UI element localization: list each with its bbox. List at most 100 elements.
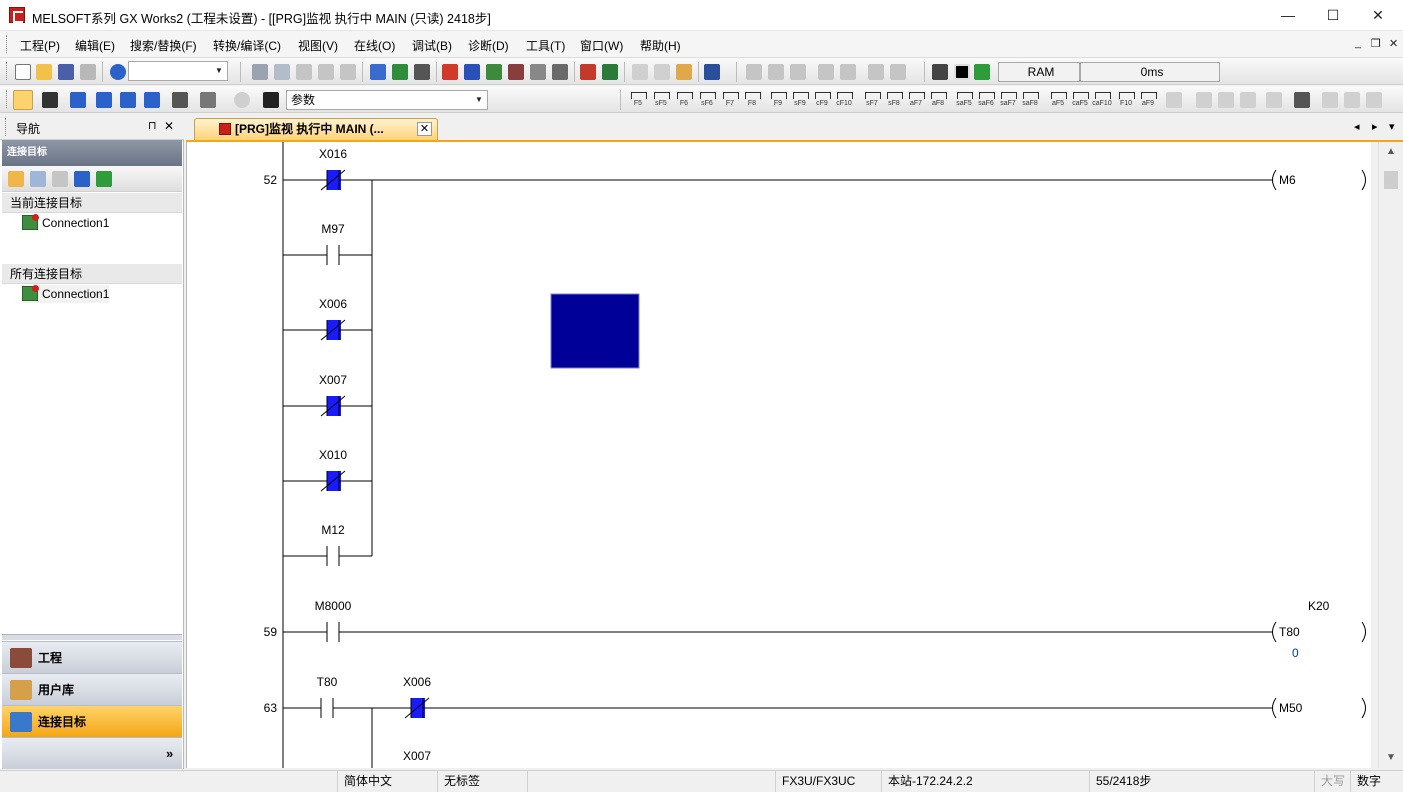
minimize-button[interactable]: —	[1265, 0, 1311, 31]
find-icon[interactable]	[464, 64, 480, 80]
menu-tools[interactable]: 工具(T)	[526, 37, 565, 54]
nav-connection-button[interactable]: 连接目标	[2, 705, 182, 737]
fkey-f7-icon[interactable]: F7	[720, 89, 740, 109]
note-icon[interactable]	[676, 64, 692, 80]
zoom-icon[interactable]	[200, 92, 216, 108]
save-icon[interactable]	[58, 64, 74, 80]
nav-library-button[interactable]: 用户库	[2, 673, 182, 705]
print-icon[interactable]	[80, 64, 96, 80]
binoculars-icon[interactable]	[263, 92, 279, 108]
ladder-tool-icon[interactable]	[1322, 92, 1338, 108]
close-button[interactable]: ✕	[1355, 0, 1401, 31]
ladder-tool-icon[interactable]	[1196, 92, 1212, 108]
paste-connection-icon[interactable]	[52, 171, 68, 187]
device-monitor-icon[interactable]	[96, 92, 112, 108]
menu-convert[interactable]: 转换/编译(C)	[213, 37, 281, 54]
paste-icon[interactable]	[296, 64, 312, 80]
scroll-up-icon[interactable]: ▲	[1379, 142, 1403, 162]
menu-window[interactable]: 窗口(W)	[580, 37, 623, 54]
fkey-sf7-icon[interactable]: sF7	[862, 89, 882, 109]
device-test-icon[interactable]	[144, 92, 160, 108]
dropdown-arrow-icon[interactable]: ▼	[471, 91, 487, 109]
remote-run-icon[interactable]	[932, 64, 948, 80]
fkey-sf9-icon[interactable]: sF9	[790, 89, 810, 109]
device-batch-monitor-icon[interactable]	[120, 92, 136, 108]
mdi-restore-button[interactable]: ❐	[1371, 37, 1381, 50]
instruction-search-icon[interactable]	[508, 64, 524, 80]
copy-icon[interactable]	[274, 64, 290, 80]
toolbar-combo[interactable]: ▼	[128, 61, 228, 81]
menu-help[interactable]: 帮助(H)	[640, 37, 681, 54]
tab-scroll-right-icon[interactable]: ▸	[1372, 120, 1378, 133]
redo-icon[interactable]	[340, 64, 356, 80]
tab-main-program[interactable]: [PRG]监视 执行中 MAIN (... ✕	[194, 118, 438, 140]
maximize-button[interactable]: ☐	[1310, 0, 1356, 31]
menu-find-replace[interactable]: 搜索/替换(F)	[130, 37, 197, 54]
write-plc-icon[interactable]	[392, 64, 408, 80]
fkey-f6-icon[interactable]: F6	[674, 89, 694, 109]
fkey-saf8-icon[interactable]: saF8	[1020, 89, 1040, 109]
navigation-toggle-icon[interactable]	[13, 90, 33, 110]
parameter-combo[interactable]: 参数 ▼	[286, 90, 488, 110]
jump-icon[interactable]	[442, 64, 458, 80]
statement-icon[interactable]	[654, 64, 670, 80]
ladder-tool-icon[interactable]	[1366, 92, 1382, 108]
display-icon[interactable]	[704, 64, 720, 80]
ladder-col-icon[interactable]	[840, 64, 856, 80]
fkey-saf6-icon[interactable]: saF6	[976, 89, 996, 109]
watch-icon[interactable]	[172, 92, 188, 108]
pin-icon[interactable]: ⊓	[148, 119, 157, 132]
fkey-sf8-icon[interactable]: sF8	[884, 89, 904, 109]
refresh-icon[interactable]	[96, 171, 112, 187]
new-connection-icon[interactable]	[8, 171, 24, 187]
stop-icon[interactable]	[954, 64, 970, 80]
fkey-af7-icon[interactable]: aF7	[906, 89, 926, 109]
undo-icon[interactable]	[318, 64, 334, 80]
fkey-sf5-icon[interactable]: sF5	[651, 89, 671, 109]
open-folder-icon[interactable]	[36, 64, 52, 80]
ladder-tool-icon[interactable]	[1266, 92, 1282, 108]
connection-info-icon[interactable]	[74, 171, 90, 187]
read-plc-icon[interactable]	[370, 64, 386, 80]
ladder-write-icon[interactable]	[890, 64, 906, 80]
nav-project-button[interactable]: 工程	[2, 641, 182, 673]
fkey-af8-icon[interactable]: aF8	[928, 89, 948, 109]
fkey-sf6-icon[interactable]: sF6	[697, 89, 717, 109]
mdi-close-button[interactable]: ✕	[1389, 37, 1398, 50]
menu-debug[interactable]: 调试(B)	[412, 37, 452, 54]
monitor-icon[interactable]	[414, 64, 430, 80]
menu-online[interactable]: 在线(O)	[354, 37, 395, 54]
parts-selection-icon[interactable]	[42, 92, 58, 108]
tab-scroll-left-icon[interactable]: ◂	[1354, 120, 1360, 133]
vertical-scrollbar[interactable]: ▲ ▼	[1378, 142, 1403, 768]
ladder-row-icon[interactable]	[818, 64, 834, 80]
ladder-tool-icon[interactable]	[1344, 92, 1360, 108]
cross-ref-icon[interactable]	[552, 64, 568, 80]
current-connection-item[interactable]: Connection1	[22, 214, 109, 232]
menu-view[interactable]: 视图(V)	[298, 37, 338, 54]
nav-splitter[interactable]	[2, 634, 182, 640]
ladder-tool-icon[interactable]	[1294, 92, 1310, 108]
fkey-caf10-icon[interactable]: caF10	[1092, 89, 1112, 109]
scroll-down-icon[interactable]: ▼	[1379, 748, 1403, 768]
fkey-caf5-icon[interactable]: caF5	[1070, 89, 1090, 109]
help-disabled-icon[interactable]	[234, 92, 250, 108]
fkey-cf9-icon[interactable]: cF9	[812, 89, 832, 109]
nav-more-button[interactable]: »	[2, 737, 182, 769]
ladder-insert-icon[interactable]	[768, 64, 784, 80]
all-connection-item[interactable]: Connection1	[22, 285, 110, 303]
device-batch-icon[interactable]	[580, 64, 596, 80]
nav-close-icon[interactable]: ✕	[164, 119, 174, 133]
output-window-icon[interactable]	[70, 92, 86, 108]
ladder-mode-icon[interactable]	[868, 64, 884, 80]
fkey-f10-icon[interactable]: F10	[1116, 89, 1136, 109]
fkey-cf10-icon[interactable]: cF10	[834, 89, 854, 109]
fkey-af5-icon[interactable]: aF5	[1048, 89, 1068, 109]
device-register-icon[interactable]	[602, 64, 618, 80]
fkey-f5-icon[interactable]: F5	[628, 89, 648, 109]
ladder-tool-icon[interactable]	[1218, 92, 1234, 108]
fkey-f9-icon[interactable]: F9	[768, 89, 788, 109]
new-file-icon[interactable]	[15, 64, 31, 80]
menu-diagnostics[interactable]: 诊断(D)	[468, 37, 509, 54]
cut-icon[interactable]	[252, 64, 268, 80]
